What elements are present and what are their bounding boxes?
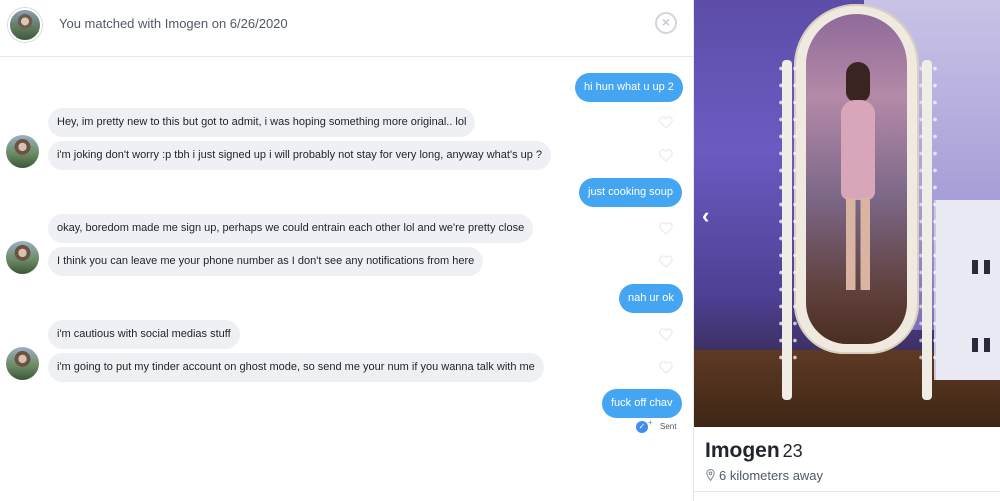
- chevron-left-icon[interactable]: ‹: [702, 205, 720, 227]
- match-avatar[interactable]: [8, 8, 42, 42]
- message-incoming: i'm cautious with social medias stuff: [48, 320, 240, 349]
- message-incoming: i'm going to put my tinder account on gh…: [48, 353, 544, 382]
- sent-status: ✓ + Sent: [636, 418, 686, 433]
- message-outgoing: fuck off chav: [602, 389, 682, 418]
- like-heart-icon[interactable]: [659, 255, 673, 268]
- like-heart-icon[interactable]: [659, 116, 673, 129]
- sent-plus-icon: +: [648, 418, 653, 427]
- sender-avatar[interactable]: [6, 347, 39, 380]
- like-heart-icon[interactable]: [659, 222, 673, 235]
- profile-photo[interactable]: ‹: [694, 0, 1000, 427]
- profile-distance-row: 6 kilometers away: [706, 468, 823, 483]
- sender-avatar[interactable]: [6, 241, 39, 274]
- message-incoming: Hey, im pretty new to this but got to ad…: [48, 108, 476, 137]
- profile-distance: 6 kilometers away: [719, 468, 824, 483]
- cabinet-slot: [984, 260, 990, 274]
- match-title: You matched with Imogen on 6/26/2020: [59, 16, 288, 31]
- location-pin-icon: [706, 469, 715, 481]
- like-heart-icon[interactable]: [659, 149, 673, 162]
- like-heart-icon[interactable]: [659, 328, 673, 341]
- message-incoming: I think you can leave me your phone numb…: [48, 247, 484, 276]
- close-icon[interactable]: ×: [655, 12, 677, 34]
- message-outgoing: nah ur ok: [619, 284, 683, 313]
- profile-name-row: Imogen 23: [705, 439, 803, 463]
- cabinet-slot: [972, 260, 978, 274]
- profile-name: Imogen: [705, 439, 780, 462]
- sent-label: Sent: [660, 422, 677, 431]
- message-incoming: i'm joking don't worry :p tbh i just sig…: [48, 141, 552, 170]
- like-heart-icon[interactable]: [659, 361, 673, 374]
- message-outgoing: just cooking soup: [579, 178, 682, 207]
- sent-check-icon: ✓: [636, 421, 648, 433]
- chat-header: You matched with Imogen on 6/26/2020 ×: [0, 0, 693, 57]
- profile-age: 23: [782, 441, 803, 461]
- cabinet-slot: [972, 338, 978, 352]
- profile-pane: ‹ Imogen 23 6 kilometers away: [693, 0, 1000, 501]
- cabinet-slot: [984, 338, 990, 352]
- profile-divider: [694, 491, 1000, 492]
- message-outgoing: hi hun what u up 2: [575, 73, 683, 102]
- message-incoming: okay, boredom made me sign up, perhaps w…: [48, 214, 534, 243]
- sender-avatar[interactable]: [6, 135, 39, 168]
- chat-pane: You matched with Imogen on 6/26/2020 × h…: [0, 0, 693, 501]
- string-lights: [774, 60, 944, 360]
